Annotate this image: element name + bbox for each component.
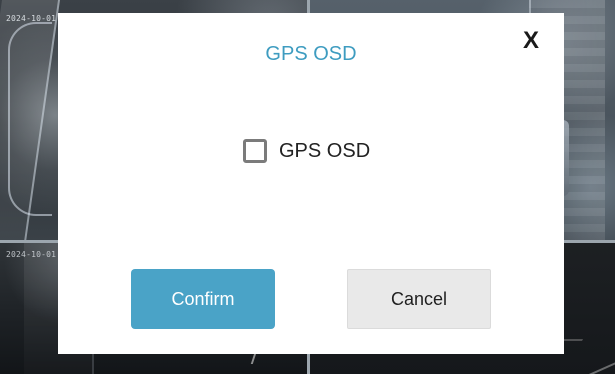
confirm-button[interactable]: Confirm bbox=[131, 269, 275, 329]
cancel-button[interactable]: Cancel bbox=[347, 269, 491, 329]
app-screen: 2024-10-01 1 2024-10-01 16 GPS OSD X GPS… bbox=[0, 0, 615, 374]
gps-osd-option-label: GPS OSD bbox=[279, 140, 371, 162]
dialog-title: GPS OSD bbox=[265, 43, 357, 65]
close-button[interactable]: X bbox=[518, 28, 544, 54]
close-icon: X bbox=[522, 27, 539, 54]
gps-osd-checkbox[interactable] bbox=[243, 139, 267, 163]
gps-osd-option[interactable]: GPS OSD bbox=[243, 139, 370, 163]
gps-osd-dialog: GPS OSD X GPS OSD Confirm Cancel bbox=[58, 13, 564, 354]
